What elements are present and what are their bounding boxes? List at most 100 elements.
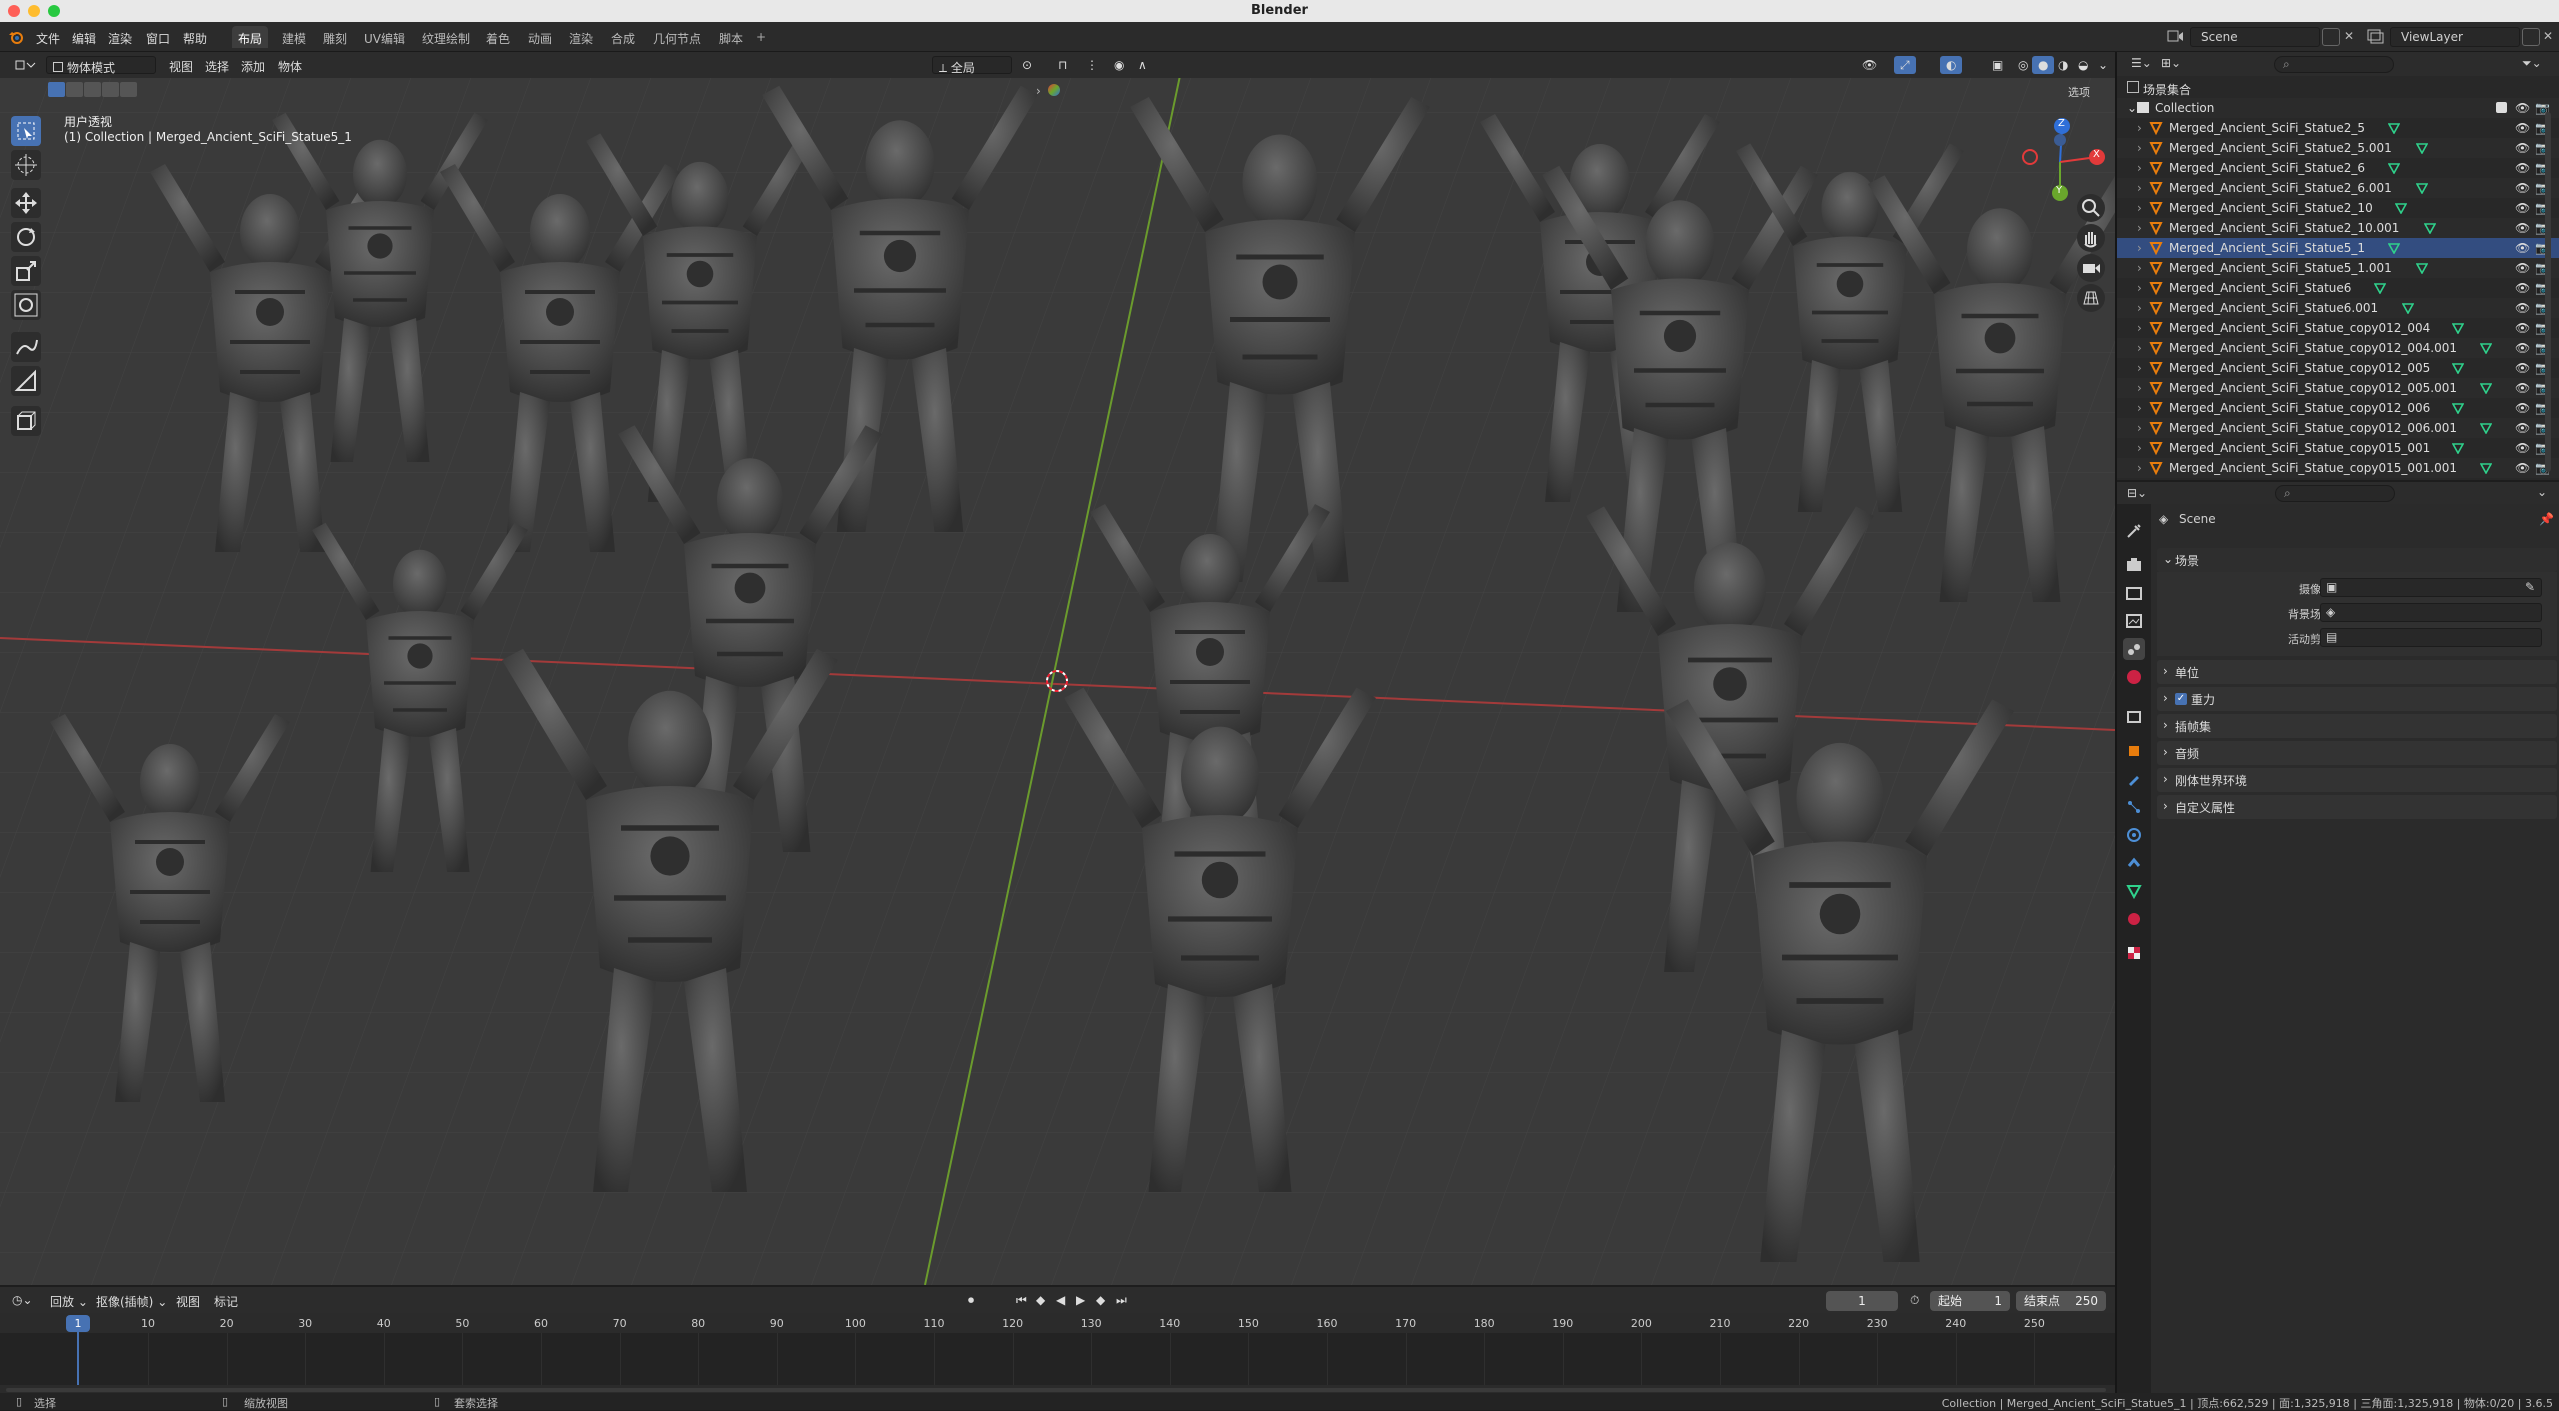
display-mode-icon[interactable]: ⊞⌄ <box>2161 56 2181 70</box>
collapse-header-icon[interactable]: › <box>1036 84 1041 98</box>
menu-object[interactable]: 物体 <box>272 56 308 74</box>
exclude-checkbox[interactable] <box>2496 102 2507 113</box>
outliner-object-row[interactable]: › Merged_Ancient_SciFi_Statue5_1 👁 📷 <box>2117 238 2559 258</box>
select-mode-extend-icon[interactable] <box>66 82 83 97</box>
shading-options-icon[interactable]: ⌄ <box>2092 56 2114 74</box>
expand-arrow-icon[interactable]: › <box>2137 401 2142 415</box>
mesh-data-icon[interactable] <box>2451 362 2465 377</box>
gravity-checkbox[interactable]: ✓ <box>2175 693 2187 705</box>
menu-select[interactable]: 选择 <box>199 56 235 74</box>
blender-logo-icon[interactable] <box>8 29 24 45</box>
visibility-eye-icon[interactable]: 👁 <box>2515 341 2530 355</box>
editor-type-icon[interactable] <box>6 56 42 74</box>
expand-arrow-icon[interactable]: › <box>2137 381 2142 395</box>
menu-view[interactable]: 视图 <box>163 56 199 74</box>
expand-arrow-icon[interactable]: › <box>2137 181 2142 195</box>
tab-sculpting[interactable]: 雕刻 <box>317 26 353 48</box>
outliner-object-row[interactable]: › Merged_Ancient_SciFi_Statue_copy012_005… <box>2117 358 2559 378</box>
delete-view-layer-icon[interactable]: ✕ <box>2543 29 2553 43</box>
scene-icon[interactable] <box>2167 28 2185 44</box>
select-mode-intersect-icon[interactable] <box>120 82 137 97</box>
cursor-tool[interactable] <box>11 150 41 180</box>
perspective-toggle-grid-icon[interactable] <box>2077 284 2105 312</box>
mesh-data-icon[interactable] <box>2373 282 2387 297</box>
auto-keying-record-icon[interactable]: ⏺ <box>962 1291 980 1309</box>
expand-arrow-icon[interactable]: › <box>2137 261 2142 275</box>
expand-arrow-icon[interactable]: › <box>2137 321 2142 335</box>
collection-tab-icon[interactable] <box>2123 706 2145 728</box>
outliner-object-row[interactable]: › Merged_Ancient_SciFi_Statue_copy015_001… <box>2117 438 2559 458</box>
menu-add[interactable]: 添加 <box>235 56 271 74</box>
select-mode-subtract-icon[interactable] <box>84 82 101 97</box>
expand-arrow-icon[interactable]: › <box>2137 121 2142 135</box>
visibility-eye-icon[interactable]: 👁 <box>2515 321 2530 335</box>
playhead-frame-badge[interactable]: 1 <box>66 1315 90 1332</box>
tab-shading[interactable]: 着色 <box>480 26 516 48</box>
visibility-eye-icon[interactable]: 👁 <box>2515 361 2530 375</box>
menu-edit[interactable]: 编辑 <box>72 30 96 47</box>
visibility-eye-icon[interactable]: 👁 <box>2515 261 2530 275</box>
visibility-eye-icon[interactable]: 👁 <box>2515 221 2530 235</box>
jump-end-icon[interactable]: ⏭ <box>1110 1291 1133 1309</box>
outliner-object-row[interactable]: › Merged_Ancient_SciFi_Statue5_1.001 👁 📷 <box>2117 258 2559 278</box>
snap-target-icon[interactable]: ⋮ <box>1080 56 1104 74</box>
marker-menu[interactable]: 标记 <box>208 1291 244 1309</box>
view-layer-selector[interactable]: ViewLayer <box>2390 27 2520 47</box>
menu-file[interactable]: 文件 <box>36 30 60 47</box>
output-tab-icon[interactable] <box>2123 582 2145 604</box>
visibility-eye-icon[interactable]: 👁 <box>2515 181 2530 195</box>
mesh-data-icon[interactable] <box>2479 422 2493 437</box>
visibility-eye-icon[interactable]: 👁 <box>2515 421 2530 435</box>
outliner-object-row[interactable]: › Merged_Ancient_SciFi_Statue_copy012_004… <box>2117 338 2559 358</box>
current-frame-field[interactable]: 1 <box>1826 1291 1898 1311</box>
visibility-eye-icon[interactable]: 👁 <box>2515 441 2530 455</box>
expand-arrow-icon[interactable]: › <box>2137 281 2142 295</box>
outliner-object-row[interactable]: › Merged_Ancient_SciFi_Statue_copy012_005… <box>2117 378 2559 398</box>
expand-arrow-icon[interactable]: › <box>2137 301 2142 315</box>
new-view-layer-icon[interactable] <box>2522 28 2540 46</box>
playback-menu[interactable]: 回放 ⌄ <box>44 1291 94 1309</box>
keying-sets-panel-header[interactable]: › 插帧集 <box>2157 714 2557 738</box>
tab-geometry-nodes[interactable]: 几何节点 <box>647 26 707 48</box>
scene-panel-header[interactable]: ⌄ 场景 <box>2157 548 2557 572</box>
mesh-data-icon[interactable] <box>2423 222 2436 237</box>
mesh-data-icon[interactable] <box>2479 382 2493 397</box>
jump-keyframe-forward-icon[interactable]: ◆ <box>1090 1291 1111 1309</box>
snap-icon[interactable]: ⊓ <box>1052 56 1073 74</box>
visibility-eye-icon[interactable]: 👁 <box>2515 101 2530 115</box>
expand-arrow-icon[interactable]: › <box>2137 141 2142 155</box>
options-dropdown[interactable]: 选项 <box>2068 84 2090 100</box>
delete-scene-icon[interactable]: ✕ <box>2344 29 2354 43</box>
jump-keyframe-back-icon[interactable]: ◆ <box>1030 1291 1051 1309</box>
outliner-scene-collection[interactable]: 场景集合 <box>2117 78 2559 98</box>
menu-render[interactable]: 渲染 <box>108 30 132 47</box>
camera-view-icon[interactable] <box>2077 254 2105 282</box>
visibility-eye-icon[interactable]: 👁 <box>2515 461 2530 475</box>
units-panel-header[interactable]: › 单位 <box>2157 660 2557 684</box>
add-cube-tool[interactable] <box>11 406 41 436</box>
material-tab-icon[interactable] <box>2123 908 2145 930</box>
select-mode-invert-icon[interactable] <box>102 82 119 97</box>
overlay-toggle-icon[interactable]: ◐ <box>1940 56 1963 74</box>
preview-range-clock-icon[interactable]: ⏱ <box>1904 1291 1925 1309</box>
outliner-collection-row[interactable]: ⌄ Collection 👁 📷 <box>2117 98 2559 118</box>
transform-tool[interactable] <box>11 290 41 320</box>
outliner-object-row[interactable]: › Merged_Ancient_SciFi_Statue_copy012_006… <box>2117 418 2559 438</box>
particles-tab-icon[interactable] <box>2123 796 2145 818</box>
expand-arrow-icon[interactable]: › <box>2137 221 2142 235</box>
new-scene-icon[interactable] <box>2322 28 2340 46</box>
camera-field[interactable]: ▣ ✎ <box>2320 578 2542 597</box>
view-object-types-icon[interactable] <box>1048 84 1060 96</box>
modifier-tab-icon[interactable] <box>2123 768 2145 790</box>
outliner-object-row[interactable]: › Merged_Ancient_SciFi_Statue2_10 👁 📷 <box>2117 198 2559 218</box>
select-box-tool[interactable] <box>11 116 41 146</box>
timeline-editor-type-icon[interactable]: ◷⌄ <box>6 1291 39 1309</box>
tab-scripting[interactable]: 脚本 <box>713 26 749 48</box>
visibility-icon[interactable]: 👁 <box>1856 56 1883 74</box>
add-workspace-button[interactable]: + <box>750 26 772 48</box>
visibility-eye-icon[interactable]: 👁 <box>2515 141 2530 155</box>
pivot-point-icon[interactable]: ⊙ <box>1016 56 1038 74</box>
active-clip-field[interactable]: ▤ <box>2320 628 2542 647</box>
outliner-scrollbar[interactable] <box>2545 112 2551 472</box>
mesh-data-icon[interactable] <box>2451 322 2465 337</box>
